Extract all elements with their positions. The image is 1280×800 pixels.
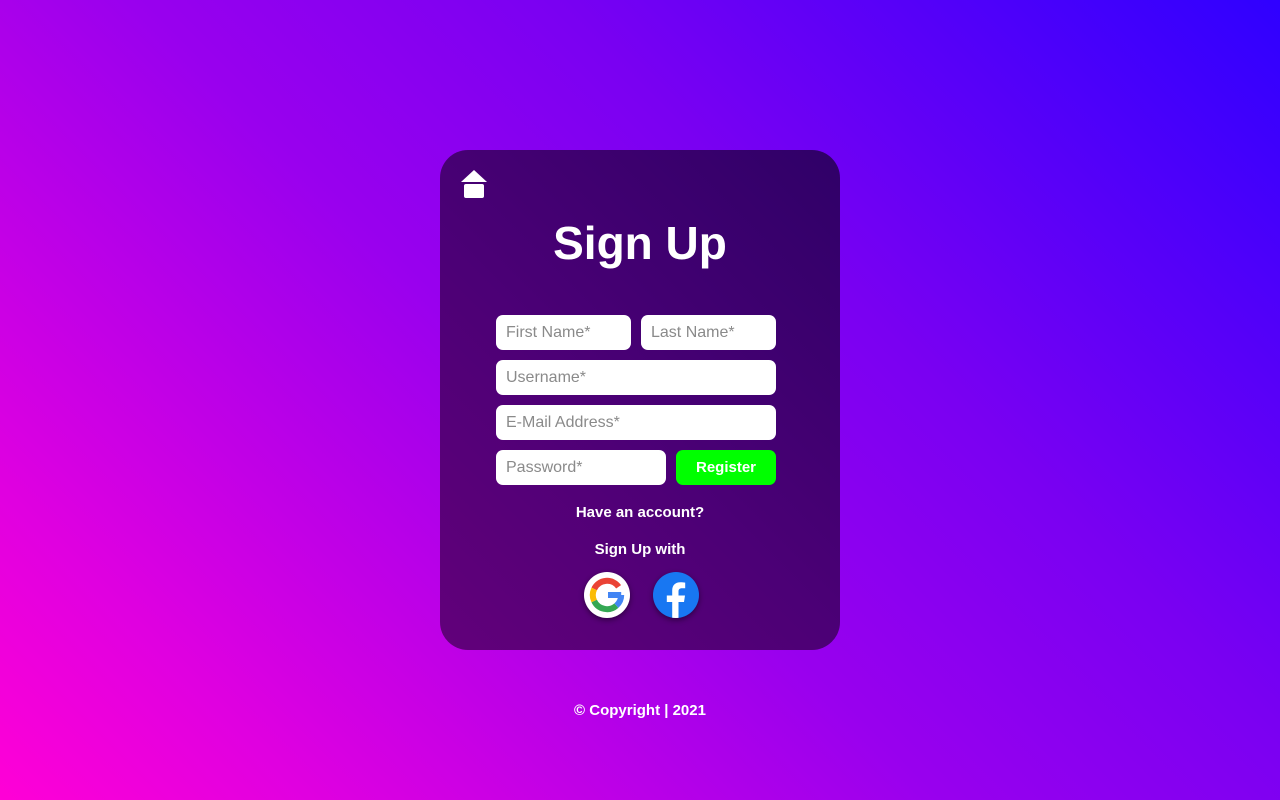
google-icon <box>589 577 625 613</box>
signup-card: Sign Up Register Have an account? Sign U… <box>440 150 840 650</box>
copyright-footer: © Copyright | 2021 <box>574 702 706 719</box>
google-signup-button[interactable] <box>584 572 630 618</box>
page-title: Sign Up <box>553 217 727 269</box>
register-button[interactable]: Register <box>676 450 776 485</box>
password-input[interactable] <box>496 450 666 485</box>
email-input[interactable] <box>496 405 776 440</box>
have-account-link[interactable]: Have an account? <box>440 504 840 521</box>
home-button[interactable] <box>461 170 487 198</box>
facebook-signup-button[interactable] <box>653 572 699 618</box>
home-icon <box>461 170 487 198</box>
sign-up-with-label: Sign Up with <box>594 541 686 558</box>
first-name-input[interactable] <box>496 315 631 350</box>
username-input[interactable] <box>496 360 776 395</box>
last-name-input[interactable] <box>641 315 776 350</box>
facebook-icon <box>666 582 686 618</box>
